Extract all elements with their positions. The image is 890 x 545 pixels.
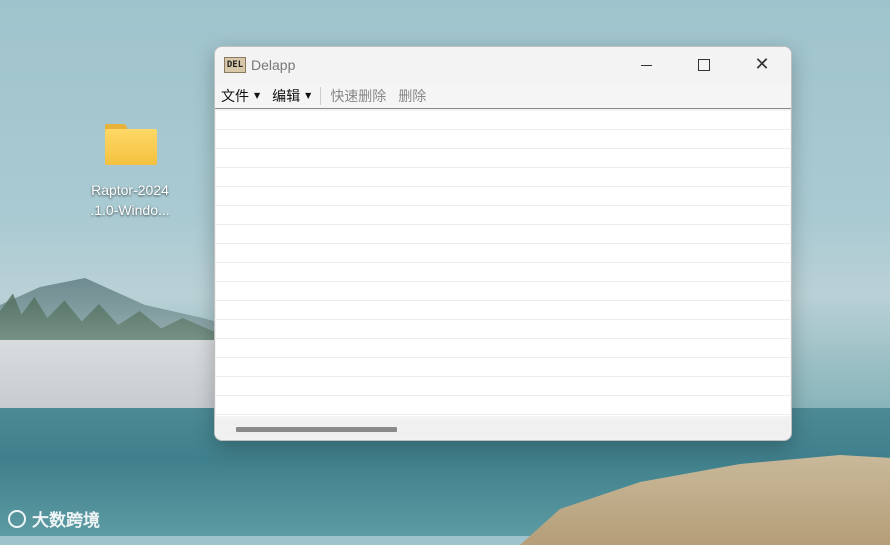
- chevron-down-icon: ▼: [254, 91, 261, 100]
- toolbar-separator: [320, 86, 322, 105]
- minimize-icon: [640, 64, 652, 66]
- menu-file[interactable]: 文件 ▼: [215, 86, 266, 106]
- title-bar[interactable]: DEL Delapp ✕: [215, 47, 791, 83]
- maximize-icon: [698, 59, 710, 71]
- list-row[interactable]: [216, 225, 790, 244]
- desktop-folder-raptor[interactable]: Raptor-2024 .1.0-Windo...: [78, 122, 182, 220]
- close-icon: ✕: [754, 54, 770, 75]
- window-controls: ✕: [617, 47, 791, 83]
- list-row[interactable]: [216, 320, 790, 339]
- list-row[interactable]: [216, 396, 790, 415]
- close-button[interactable]: ✕: [733, 47, 791, 83]
- list-row[interactable]: [216, 301, 790, 320]
- menu-bar: 文件 ▼ 编辑 ▼ 快速删除 删除: [215, 83, 791, 109]
- list-row[interactable]: [216, 339, 790, 358]
- chevron-down-icon: ▼: [305, 91, 312, 100]
- quick-delete-button[interactable]: 快速删除: [324, 86, 392, 106]
- menu-edit[interactable]: 编辑 ▼: [266, 86, 317, 106]
- watermark-logo-icon: [8, 509, 26, 528]
- list-row[interactable]: [216, 206, 790, 225]
- background-shore: [0, 340, 215, 410]
- list-row[interactable]: [216, 263, 790, 282]
- list-row[interactable]: [216, 130, 790, 149]
- scrollbar-thumb[interactable]: [236, 427, 397, 432]
- folder-icon: [103, 122, 157, 166]
- list-row[interactable]: [216, 244, 790, 263]
- window-title: Delapp: [251, 57, 296, 73]
- list-row[interactable]: [216, 358, 790, 377]
- list-row[interactable]: [216, 149, 790, 168]
- file-list[interactable]: [216, 111, 790, 416]
- delapp-window: DEL Delapp ✕ 文件 ▼ 编辑 ▼ 快速删除 删除: [214, 46, 792, 441]
- list-row[interactable]: [216, 187, 790, 206]
- minimize-button[interactable]: [617, 47, 675, 83]
- desktop-icon-label: Raptor-2024 .1.0-Windo...: [90, 182, 170, 218]
- list-row[interactable]: [216, 377, 790, 396]
- horizontal-scrollbar[interactable]: [216, 420, 790, 439]
- watermark: 大数跨境: [8, 506, 100, 531]
- list-row[interactable]: [216, 168, 790, 187]
- maximize-button[interactable]: [675, 47, 733, 83]
- list-row[interactable]: [216, 111, 790, 130]
- delete-button[interactable]: 删除: [392, 86, 432, 106]
- app-icon: DEL: [224, 57, 246, 73]
- list-row[interactable]: [216, 282, 790, 301]
